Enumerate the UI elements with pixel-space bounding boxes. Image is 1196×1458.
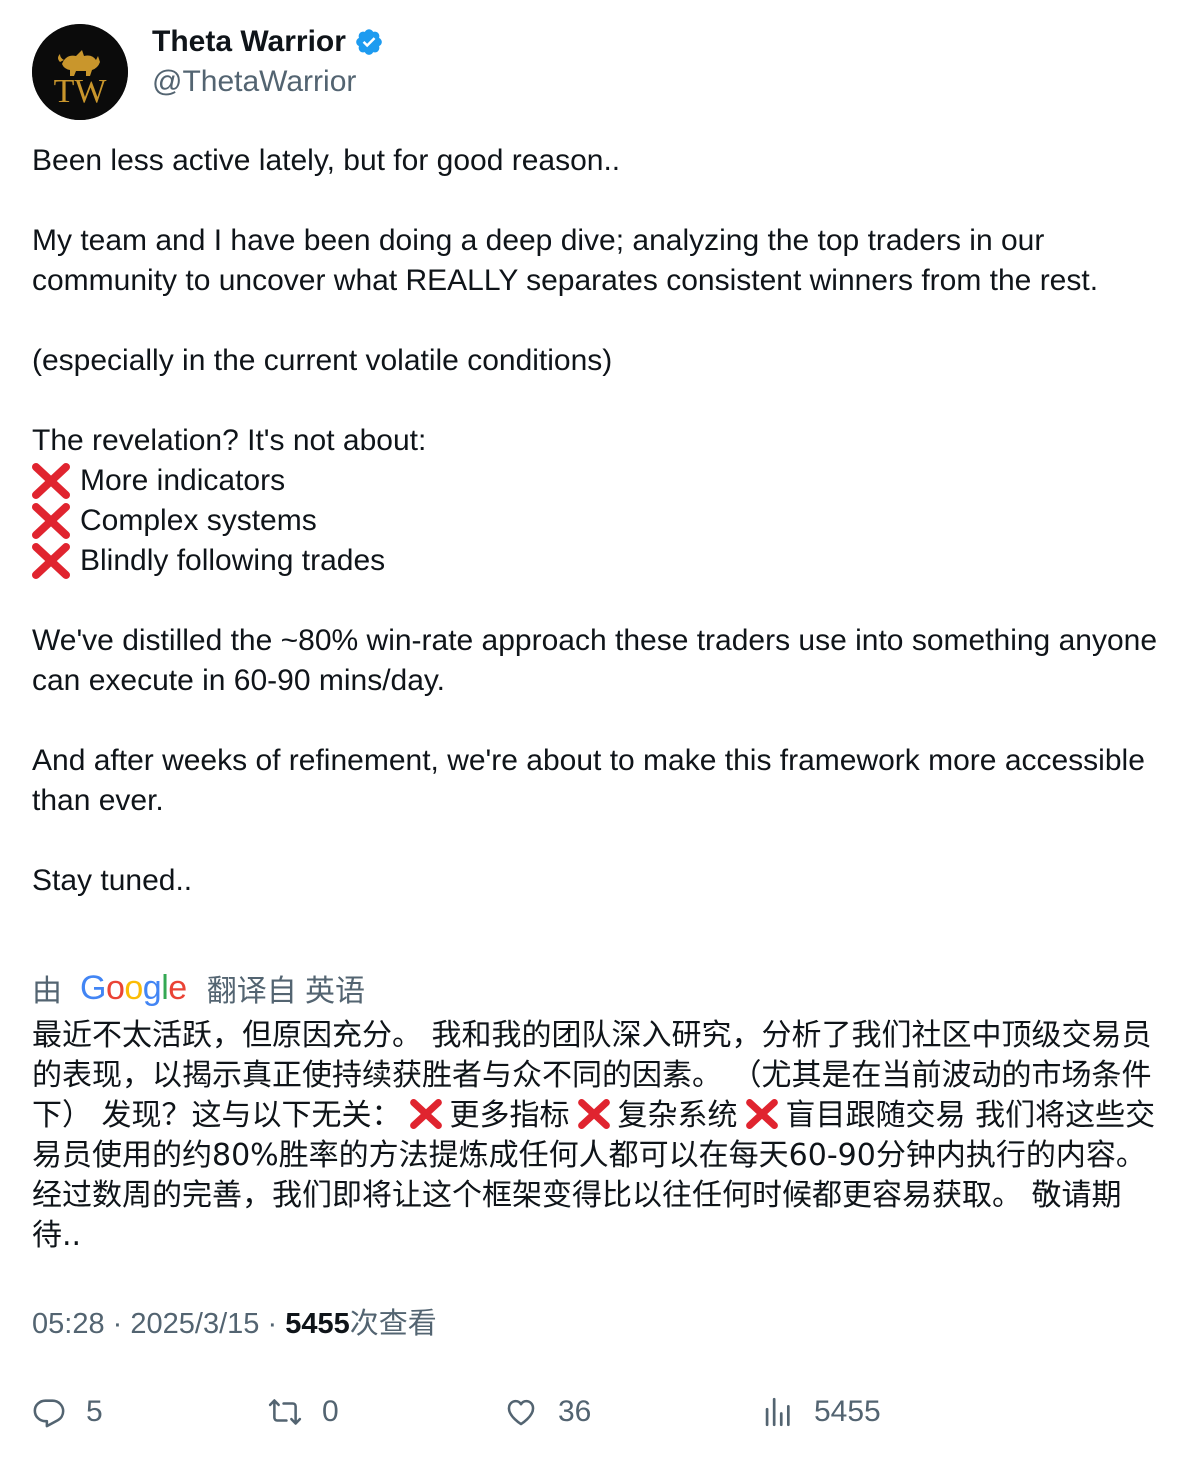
tweet-paragraph: (especially in the current volatile cond… bbox=[32, 344, 613, 377]
translated-from-label: 翻译自 英语 bbox=[206, 975, 366, 1008]
analytics-icon bbox=[765, 1397, 790, 1427]
cross-mark-icon bbox=[408, 1099, 444, 1129]
like-button[interactable]: 36 bbox=[504, 1388, 591, 1436]
repost-icon bbox=[268, 1399, 302, 1425]
translated-segment: 更多指标 bbox=[449, 1098, 570, 1133]
x-list-item-label: Blindly following trades bbox=[80, 544, 386, 577]
tweet-action-bar: 5 0 36 5455 bbox=[32, 1388, 1166, 1436]
reply-button[interactable]: 5 bbox=[32, 1388, 103, 1436]
tweet-time[interactable]: 05:28 bbox=[32, 1308, 105, 1340]
tweet-date[interactable]: 2025/3/15 bbox=[130, 1308, 259, 1340]
verified-badge-icon[interactable] bbox=[354, 27, 384, 57]
avatar[interactable]: TW bbox=[32, 24, 128, 120]
translated-text: 最近不太活跃，但原因充分。 我和我的团队深入研究，分析了我们社区中顶级交易员的表… bbox=[32, 1016, 1166, 1256]
cross-mark-icon bbox=[744, 1099, 780, 1129]
cross-mark-icon bbox=[32, 541, 70, 581]
author-handle[interactable]: @ThetaWarrior bbox=[152, 62, 356, 102]
tweet-paragraph: Been less active lately, but for good re… bbox=[32, 144, 621, 177]
x-list-item-label: Complex systems bbox=[80, 504, 317, 537]
author-name-row: Theta Warrior bbox=[152, 22, 384, 62]
author-name[interactable]: Theta Warrior bbox=[152, 22, 346, 62]
tweet-meta: 05:28 · 2025/3/15 · 5455次查看 bbox=[32, 1304, 437, 1344]
tweet-paragraph: Stay tuned.. bbox=[32, 864, 193, 897]
tweet-paragraph: The revelation? It's not about: bbox=[32, 424, 427, 457]
meta-separator: · bbox=[267, 1308, 278, 1340]
reply-icon bbox=[33, 1399, 65, 1428]
x-list-item: Blindly following trades bbox=[32, 541, 1166, 581]
repost-button[interactable]: 0 bbox=[268, 1388, 339, 1436]
tweet-paragraph: My team and I have been doing a deep div… bbox=[32, 224, 1099, 297]
cross-mark-icon bbox=[32, 461, 70, 501]
reply-count: 5 bbox=[86, 1395, 103, 1428]
views-action-count: 5455 bbox=[814, 1395, 881, 1428]
x-list-item: Complex systems bbox=[32, 501, 1166, 541]
tweet-text: Been less active lately, but for good re… bbox=[32, 141, 1166, 901]
theta-warrior-logo: TW bbox=[32, 24, 128, 120]
translation-attribution[interactable]: 由 Google 翻译自 英语 bbox=[32, 966, 365, 1010]
cross-mark-icon bbox=[576, 1099, 612, 1129]
heart-icon bbox=[507, 1399, 535, 1426]
avatar-monogram: TW bbox=[54, 73, 108, 110]
google-logo: Google bbox=[80, 969, 187, 1007]
meta-separator: · bbox=[112, 1308, 123, 1340]
tweet-paragraph: We've distilled the ~80% win-rate approa… bbox=[32, 624, 1157, 697]
views-count: 5455 bbox=[285, 1308, 350, 1340]
translated-by-label: 由 bbox=[32, 975, 62, 1008]
cross-mark-icon bbox=[32, 501, 70, 541]
views-label: 次查看 bbox=[349, 1308, 437, 1340]
translated-segment: 复杂系统 bbox=[617, 1098, 738, 1133]
x-list-item-label: More indicators bbox=[80, 464, 286, 497]
x-list-item: More indicators bbox=[32, 461, 1166, 501]
repost-count: 0 bbox=[322, 1395, 339, 1428]
views-button[interactable]: 5455 bbox=[760, 1388, 881, 1436]
tweet-paragraph: And after weeks of refinement, we're abo… bbox=[32, 744, 1145, 817]
like-count: 36 bbox=[558, 1395, 592, 1428]
